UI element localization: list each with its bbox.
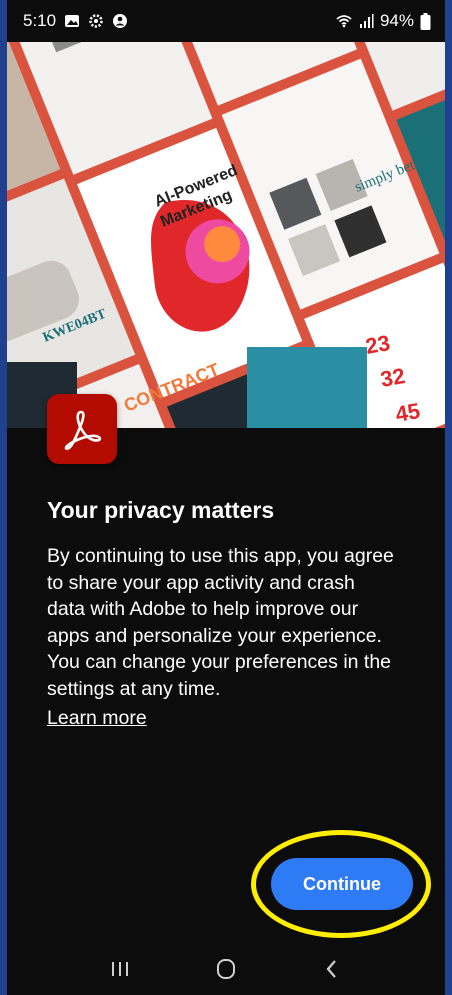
adobe-acrobat-icon: [47, 394, 117, 464]
battery-icon: [420, 12, 431, 30]
home-icon[interactable]: [206, 949, 246, 989]
learn-more-link[interactable]: Learn more: [47, 707, 147, 730]
status-time: 5:10: [23, 11, 57, 30]
status-bar: 5:10 94%: [7, 0, 445, 42]
continue-button[interactable]: Continue: [271, 858, 413, 910]
page-title: Your privacy matters: [47, 497, 275, 523]
status-left: 5:10: [23, 11, 128, 31]
collage-text-45: 45: [394, 398, 422, 427]
wifi-icon: [336, 15, 352, 28]
status-right: 94%: [336, 11, 431, 31]
collage-image: AI-Powered Marketing simply better. KWE0…: [7, 42, 445, 428]
settings-gear-icon: [89, 14, 103, 28]
system-nav-bar: [7, 942, 445, 995]
collage-text-23: 23: [364, 330, 392, 359]
privacy-description: By continuing to use this app, you agree…: [47, 545, 394, 700]
back-icon[interactable]: [312, 949, 352, 989]
battery-percent: 94%: [379, 11, 414, 30]
signal-icon: [359, 14, 374, 28]
collage-text-32: 32: [379, 363, 407, 392]
hero-collage: AI-Powered Marketing simply better. KWE0…: [7, 42, 445, 428]
account-circle-icon: [113, 14, 128, 28]
recents-icon[interactable]: [100, 949, 140, 989]
gallery-icon: [65, 15, 80, 27]
screen: 5:10 94% AI-Powered Marketing simply bet…: [7, 0, 445, 995]
